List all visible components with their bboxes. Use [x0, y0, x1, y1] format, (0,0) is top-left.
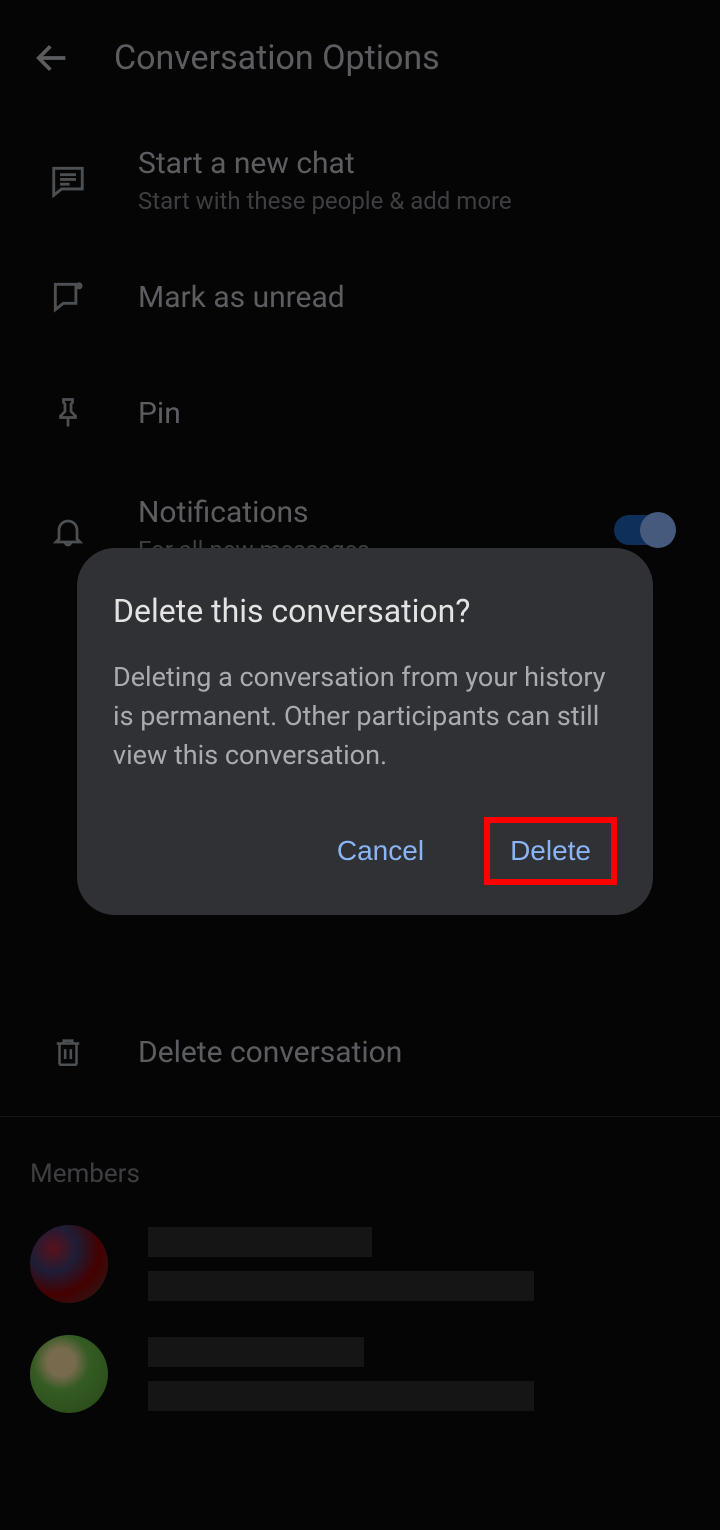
cancel-button[interactable]: Cancel: [315, 817, 446, 885]
dialog-title: Delete this conversation?: [113, 592, 617, 630]
highlight-box: Delete: [484, 817, 617, 885]
delete-button[interactable]: Delete: [510, 835, 591, 867]
dialog-body: Deleting a conversation from your histor…: [113, 658, 617, 775]
dialog-actions: Cancel Delete: [113, 817, 617, 885]
delete-dialog: Delete this conversation? Deleting a con…: [77, 548, 653, 915]
